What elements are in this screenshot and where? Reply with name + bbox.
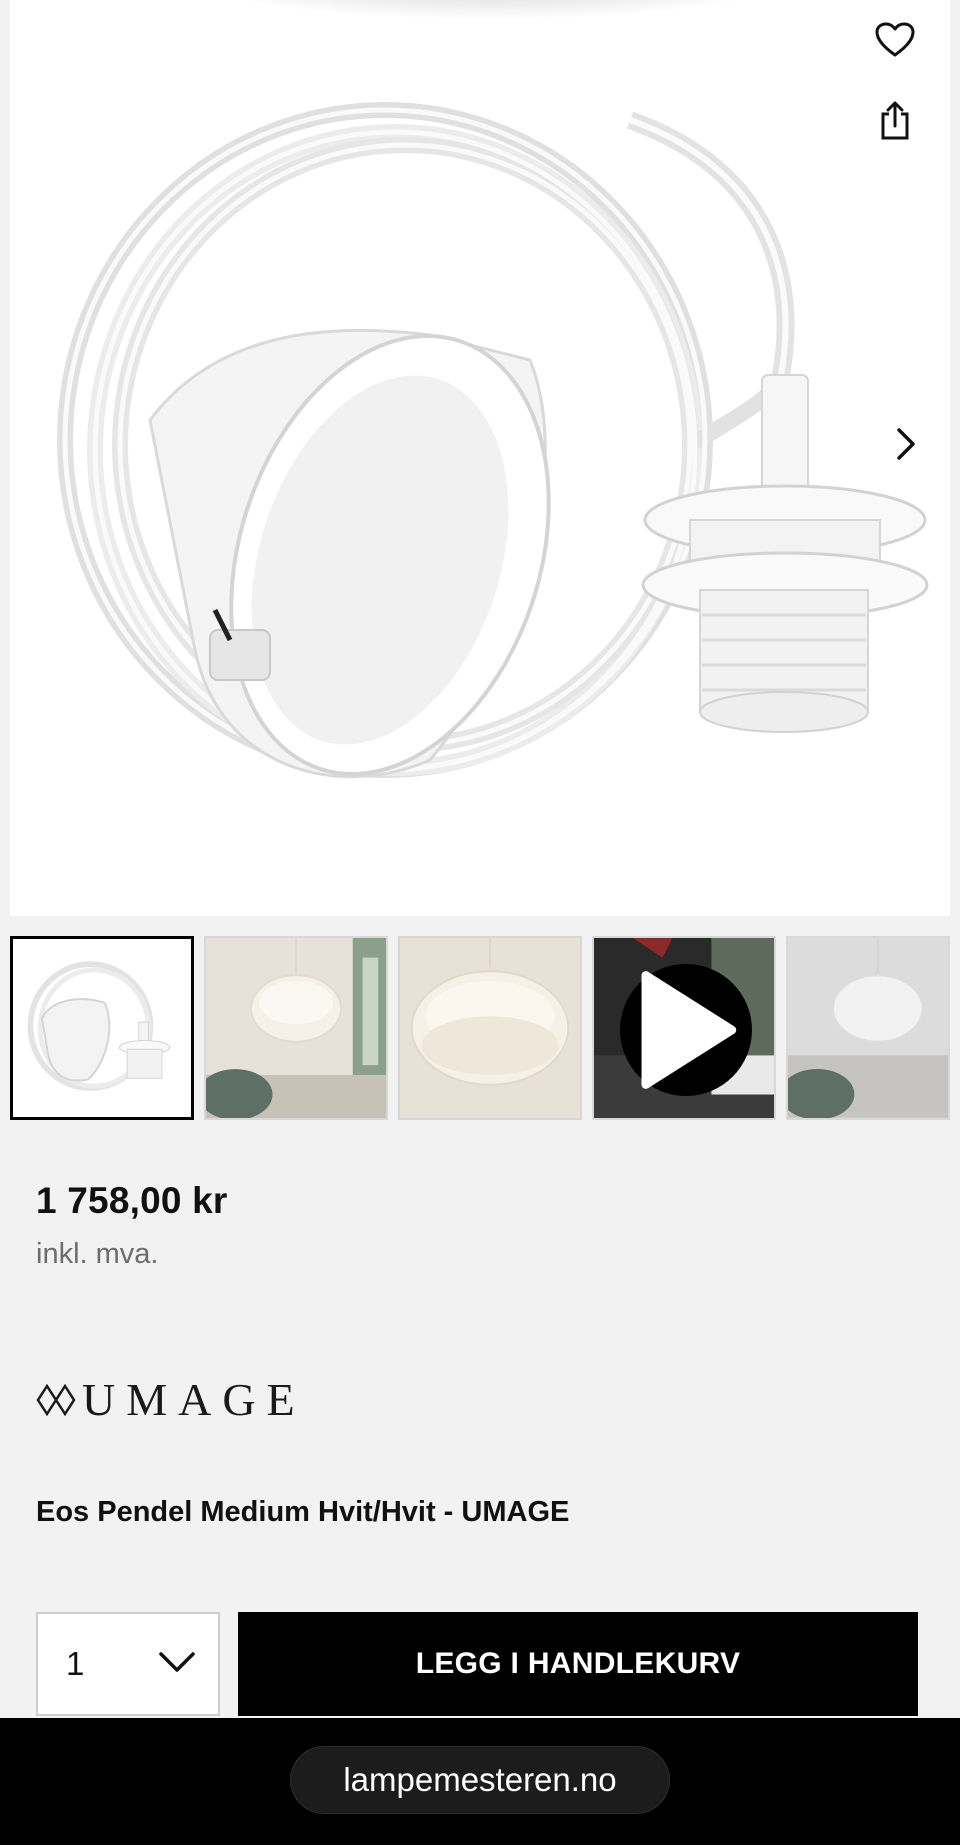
url-bar[interactable]: lampemesteren.no (290, 1746, 670, 1814)
play-button[interactable] (620, 964, 752, 1096)
pendant-closeup-thumbnail-image (400, 938, 580, 1118)
quantity-value: 1 (66, 1645, 85, 1682)
cord-set-illustration (57, 102, 929, 779)
product-main-image[interactable] (10, 0, 950, 916)
thumbnail-pendant-closeup[interactable] (398, 936, 582, 1120)
product-price: 1 758,00 kr (36, 1180, 228, 1221)
next-image-button[interactable] (878, 416, 934, 472)
brand-name: UMAGE (82, 1374, 306, 1425)
thumbnail-pendant-white[interactable] (786, 936, 950, 1120)
quantity-select[interactable]: 1 (36, 1612, 220, 1716)
heart-outline-icon (875, 22, 915, 57)
thumbnail-pendant-room[interactable] (204, 936, 388, 1120)
vat-note: inkl. mva. (36, 1238, 159, 1270)
thumbnail-strip (10, 936, 950, 1120)
cord-set-thumbnail-image (13, 939, 191, 1117)
share-button[interactable] (867, 92, 923, 148)
thumbnail-video[interactable] (592, 936, 776, 1120)
browser-toolbar: lampemesteren.no (0, 1718, 960, 1845)
thumbnail-cord-set[interactable] (10, 936, 194, 1120)
chevron-right-icon (897, 428, 915, 460)
chevron-down-icon (159, 1652, 195, 1672)
share-icon (881, 101, 909, 140)
add-to-cart-button[interactable]: LEGG I HANDLEKURV (238, 1612, 918, 1716)
play-icon (641, 971, 737, 1089)
umage-logo-mark-icon (36, 1383, 76, 1417)
favorite-button[interactable] (867, 12, 923, 68)
brand-logo[interactable]: UMAGE (36, 1374, 306, 1425)
product-title: Eos Pendel Medium Hvit/Hvit - UMAGE (36, 1496, 570, 1528)
pendant-room-thumbnail-image (206, 938, 386, 1118)
pendant-white-thumbnail-image (788, 938, 948, 1118)
